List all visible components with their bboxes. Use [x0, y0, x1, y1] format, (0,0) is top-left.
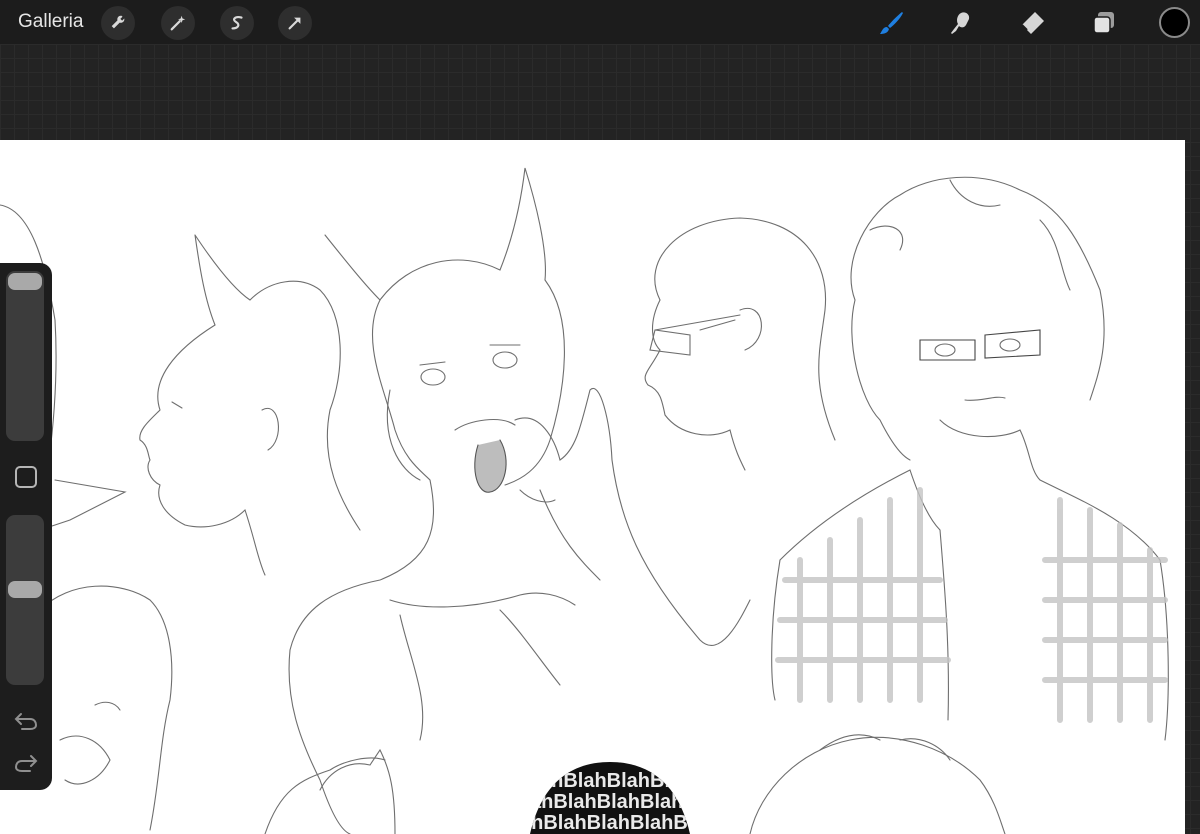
layers-icon [1093, 12, 1114, 34]
opacity-slider-thumb[interactable] [8, 581, 42, 598]
redo-icon [14, 755, 38, 772]
drawing-canvas[interactable]: BlahBlahBlahBlahBlahBlahBla BlahBlahBlah… [0, 140, 1185, 834]
eraser-icon [1021, 12, 1044, 34]
redo-button[interactable] [12, 751, 40, 775]
top-toolbar: Galleria [0, 0, 1200, 44]
undo-icon [14, 713, 38, 730]
opacity-slider[interactable] [6, 515, 44, 685]
sketch-artwork: BlahBlahBlahBlahBlahBlahBla BlahBlahBlah… [0, 167, 1169, 834]
undo-button[interactable] [12, 709, 40, 733]
svg-text:BlahBlahBlahBlahBlahBlahBla: BlahBlahBlahBlahBlahBlahBla [520, 770, 812, 792]
layers-button[interactable] [1087, 6, 1121, 40]
magic-wand-icon [170, 15, 186, 31]
actions-button[interactable] [101, 6, 135, 40]
brush-size-slider[interactable] [6, 271, 44, 441]
selection-button[interactable] [220, 6, 254, 40]
brush-tool-button[interactable] [874, 6, 908, 40]
eraser-tool-button[interactable] [1015, 6, 1049, 40]
brush-icon [880, 12, 903, 34]
wrench-icon [111, 15, 125, 29]
modify-button[interactable] [15, 466, 37, 488]
smudge-icon [951, 12, 970, 34]
left-sidebar [0, 263, 52, 790]
brush-size-slider-thumb[interactable] [8, 273, 42, 290]
gallery-button[interactable]: Galleria [18, 11, 83, 33]
selection-icon [231, 16, 243, 30]
transform-arrow-icon [288, 17, 301, 30]
color-picker-button[interactable] [1159, 7, 1190, 38]
blah-pattern-shape: BlahBlahBlahBlahBlahBlahBla BlahBlahBlah… [500, 762, 812, 834]
smudge-tool-button[interactable] [944, 6, 978, 40]
adjustments-button[interactable] [161, 6, 195, 40]
transform-button[interactable] [278, 6, 312, 40]
svg-text:BlahBlahBlahBlahBlahBlahBla: BlahBlahBlahBlahBlahBlahBla [500, 812, 792, 834]
